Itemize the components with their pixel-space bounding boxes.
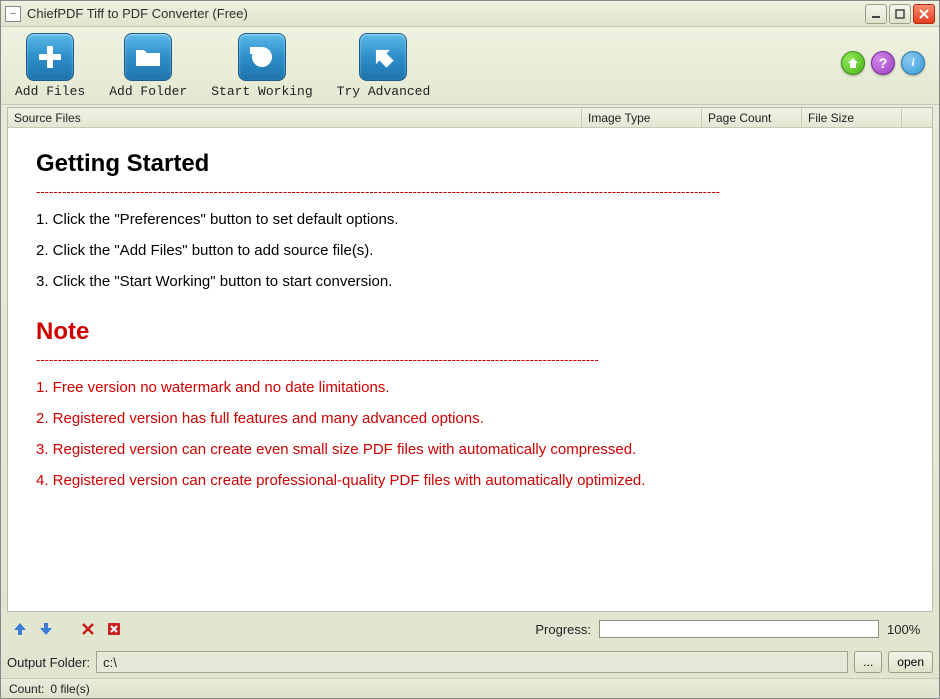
output-folder-label: Output Folder: <box>7 655 90 670</box>
info-icon: i <box>911 55 914 70</box>
folder-icon <box>124 33 172 81</box>
getting-started-title: Getting Started <box>36 150 904 178</box>
try-advanced-label: Try Advanced <box>337 84 431 99</box>
remove-button[interactable] <box>79 620 97 638</box>
step-3: 3. Click the "Start Working" button to s… <box>36 273 904 290</box>
start-working-button[interactable]: Start Working <box>211 33 312 99</box>
titlebar: – ChiefPDF Tiff to PDF Converter (Free) <box>1 1 939 27</box>
maximize-button[interactable] <box>889 4 911 24</box>
col-page-count[interactable]: Page Count <box>702 108 802 127</box>
col-source-files[interactable]: Source Files <box>8 108 582 127</box>
arrow-up-icon <box>12 621 28 637</box>
add-files-label: Add Files <box>15 84 85 99</box>
arrow-up-icon <box>359 33 407 81</box>
divider: ----------------------------------------… <box>36 184 904 199</box>
move-up-button[interactable] <box>11 620 29 638</box>
output-folder-input[interactable] <box>96 651 848 673</box>
note-1: 1. Free version no watermark and no date… <box>36 379 904 396</box>
file-list-panel: Source Files Image Type Page Count File … <box>7 107 933 612</box>
col-file-size[interactable]: File Size <box>802 108 902 127</box>
toolbar-info: ? i <box>841 51 925 81</box>
remove-all-button[interactable] <box>105 620 123 638</box>
close-button[interactable] <box>913 4 935 24</box>
window-controls <box>865 4 935 24</box>
welcome-content: Getting Started ------------------------… <box>8 128 932 611</box>
toolbar-actions: Add Files Add Folder Start Working Try A… <box>15 33 430 99</box>
home-button[interactable] <box>841 51 865 75</box>
count-value: 0 file(s) <box>50 682 89 696</box>
list-controls: Progress: 100% <box>7 616 933 642</box>
start-working-label: Start Working <box>211 84 312 99</box>
output-row: Output Folder: ... open <box>7 648 933 676</box>
window-title: ChiefPDF Tiff to PDF Converter (Free) <box>27 6 865 21</box>
x-icon <box>81 622 95 636</box>
close-icon <box>918 8 930 20</box>
count-label: Count: <box>9 682 44 696</box>
help-button[interactable]: ? <box>871 51 895 75</box>
add-files-button[interactable]: Add Files <box>15 33 85 99</box>
progress-bar <box>599 620 879 638</box>
browse-button[interactable]: ... <box>854 651 882 673</box>
add-folder-label: Add Folder <box>109 84 187 99</box>
note-3: 3. Registered version can create even sm… <box>36 441 904 458</box>
app-window: – ChiefPDF Tiff to PDF Converter (Free) … <box>0 0 940 699</box>
question-icon: ? <box>879 55 888 71</box>
try-advanced-button[interactable]: Try Advanced <box>337 33 431 99</box>
info-button[interactable]: i <box>901 51 925 75</box>
statusbar: Count: 0 file(s) <box>1 678 939 698</box>
x-all-icon <box>107 622 121 636</box>
progress-label: Progress: <box>535 622 591 637</box>
home-icon <box>847 57 859 69</box>
note-divider: ----------------------------------------… <box>36 352 904 367</box>
move-down-button[interactable] <box>37 620 55 638</box>
minimize-icon <box>870 8 882 20</box>
toolbar: Add Files Add Folder Start Working Try A… <box>1 27 939 105</box>
note-4: 4. Registered version can create profess… <box>36 472 904 489</box>
table-header: Source Files Image Type Page Count File … <box>8 108 932 128</box>
note-title: Note <box>36 318 904 346</box>
add-folder-button[interactable]: Add Folder <box>109 33 187 99</box>
refresh-icon <box>238 33 286 81</box>
progress-area: Progress: 100% <box>535 620 929 638</box>
note-2: 2. Registered version has full features … <box>36 410 904 427</box>
minimize-button[interactable] <box>865 4 887 24</box>
app-icon: – <box>5 6 21 22</box>
col-spacer <box>902 108 932 127</box>
maximize-icon <box>894 8 906 20</box>
arrow-down-icon <box>38 621 54 637</box>
step-2: 2. Click the "Add Files" button to add s… <box>36 242 904 259</box>
plus-icon <box>26 33 74 81</box>
col-image-type[interactable]: Image Type <box>582 108 702 127</box>
progress-percent: 100% <box>887 622 929 637</box>
step-1: 1. Click the "Preferences" button to set… <box>36 211 904 228</box>
open-button[interactable]: open <box>888 651 933 673</box>
